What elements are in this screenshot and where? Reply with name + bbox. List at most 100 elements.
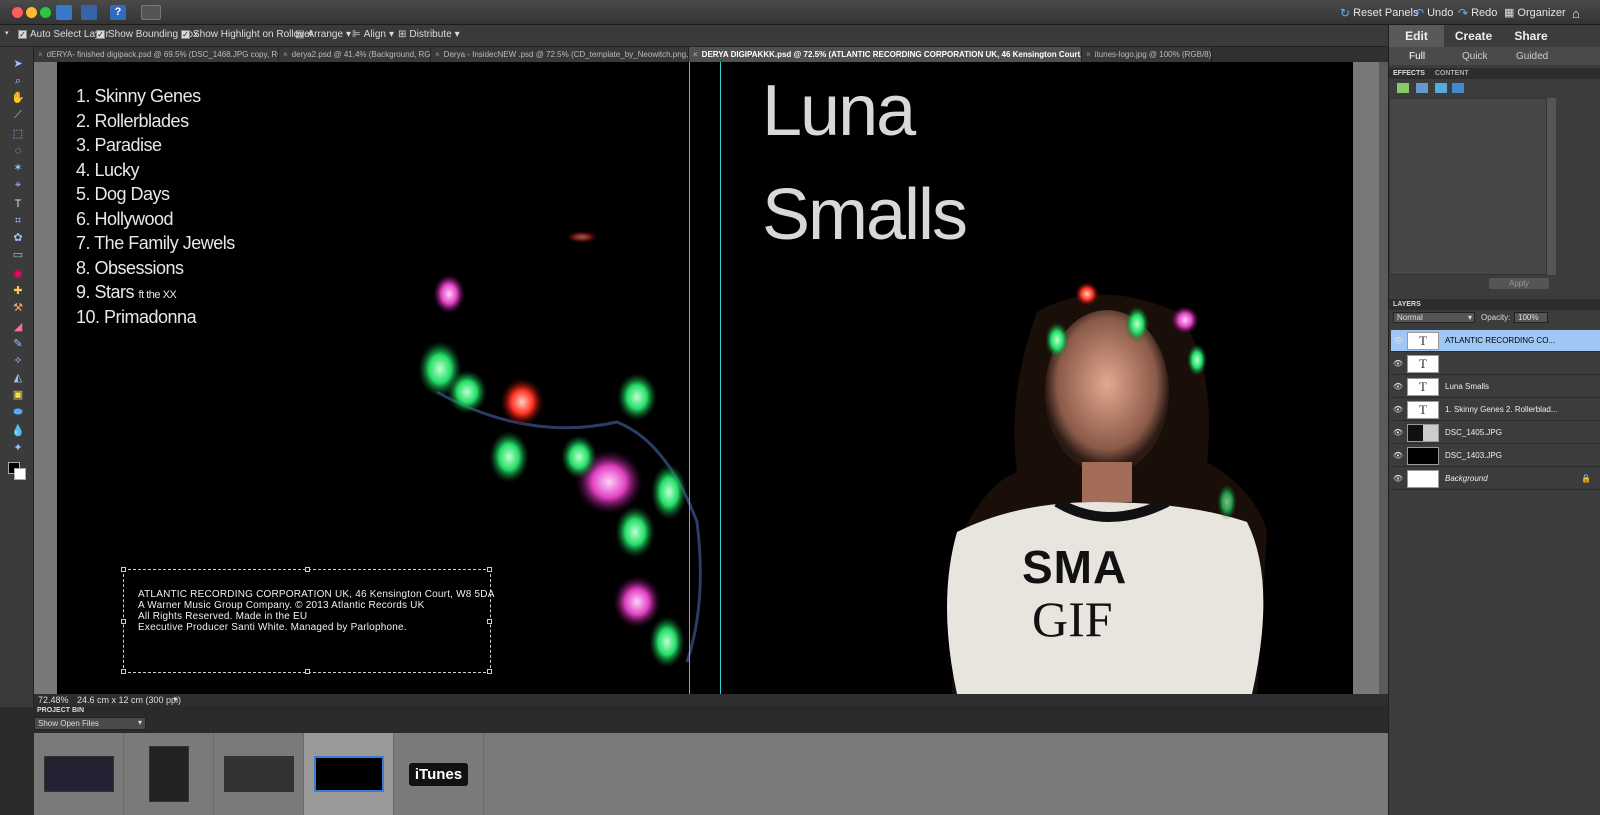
lasso-tool-icon[interactable]: ◌ bbox=[10, 144, 26, 158]
tab-document-5[interactable]: × itunes-logo.jpg @ 100% (RGB/8) * bbox=[1082, 47, 1212, 62]
brush-tool-icon[interactable]: ✎ bbox=[10, 337, 26, 351]
tab-document-4-active[interactable]: × DERYA DIGIPAKKK.psd @ 72.5% (ATLANTIC R… bbox=[689, 47, 1082, 62]
eyedropper-tool-icon[interactable]: ⟋ bbox=[10, 108, 26, 122]
marquee-tool-icon[interactable]: ⬚ bbox=[10, 127, 26, 141]
show-highlight-checkbox[interactable]: ✓ Show Highlight on Rollover bbox=[181, 29, 313, 40]
subtab-quick[interactable]: Quick bbox=[1462, 51, 1488, 62]
layer-row[interactable]: 👁 T ATLANTIC RECORDING CO... bbox=[1391, 330, 1600, 352]
tab-document-2[interactable]: ×derya2.psd @ 41.4% (Background, RGB/8) … bbox=[279, 47, 431, 62]
home-icon[interactable]: ⌂ bbox=[1572, 6, 1580, 21]
undo-button[interactable]: ↶ Undo bbox=[1414, 6, 1453, 20]
transform-handle[interactable] bbox=[487, 567, 492, 572]
new-file-icon[interactable] bbox=[56, 5, 72, 20]
transform-handle[interactable] bbox=[305, 669, 310, 674]
selection-brush-tool-icon[interactable]: ⌖ bbox=[10, 178, 26, 192]
layer-row[interactable]: 👁 Background 🔒 bbox=[1391, 468, 1600, 490]
vertical-scrollbar[interactable] bbox=[1379, 62, 1388, 694]
transform-handle[interactable] bbox=[121, 567, 126, 572]
tab-create[interactable]: Create bbox=[1445, 25, 1502, 47]
zoom-level[interactable]: 72.48% bbox=[38, 695, 69, 705]
help-icon[interactable]: ? bbox=[110, 5, 126, 20]
layer-row[interactable]: 👁 T Luna Smalls bbox=[1391, 376, 1600, 398]
tool-preset-icon[interactable]: ▾ bbox=[5, 29, 9, 37]
tab-content[interactable]: CONTENT bbox=[1435, 70, 1469, 77]
transform-handle[interactable] bbox=[487, 669, 492, 674]
subtab-guided[interactable]: Guided bbox=[1516, 51, 1548, 62]
visibility-eye-icon[interactable]: 👁 bbox=[1391, 336, 1405, 345]
photo-effects-icon[interactable] bbox=[1435, 83, 1447, 93]
apply-button[interactable]: Apply bbox=[1489, 278, 1549, 289]
close-tab-icon[interactable]: × bbox=[38, 50, 43, 59]
transform-handle[interactable] bbox=[305, 567, 310, 572]
red-eye-tool-icon[interactable]: ◉ bbox=[10, 267, 26, 281]
cookie-cutter-tool-icon[interactable]: ✿ bbox=[10, 231, 26, 245]
visibility-eye-icon[interactable]: 👁 bbox=[1391, 428, 1405, 437]
tab-document-1[interactable]: × dERYA- finished digipack.psd @ 69.5% (D… bbox=[34, 47, 279, 62]
reset-panels-button[interactable]: ↻ Reset Panels bbox=[1340, 6, 1419, 20]
organizer-button[interactable]: ▦ Organizer bbox=[1504, 6, 1566, 20]
move-tool-icon[interactable]: ➤ bbox=[10, 57, 26, 71]
smart-brush-tool-icon[interactable]: ✧ bbox=[10, 354, 26, 368]
healing-brush-tool-icon[interactable]: ✚ bbox=[10, 284, 26, 298]
layer-row[interactable]: 👁 T 1. Skinny Genes 2. Rollerblad... bbox=[1391, 399, 1600, 421]
transform-handle[interactable] bbox=[487, 619, 492, 624]
tab-edit[interactable]: Edit bbox=[1389, 25, 1444, 47]
close-tab-icon[interactable]: × bbox=[435, 50, 440, 59]
bin-thumbnail-itunes[interactable]: iTunes bbox=[394, 733, 484, 815]
background-color-swatch[interactable] bbox=[14, 468, 26, 480]
opacity-field[interactable]: 100% bbox=[1514, 312, 1548, 323]
hand-tool-icon[interactable]: ✋ bbox=[10, 91, 26, 105]
close-tab-icon[interactable]: × bbox=[283, 50, 288, 59]
tab-document-3[interactable]: × Derya - InsidecNEW .psd @ 72.5% (CD_tem… bbox=[431, 47, 689, 62]
transform-handle[interactable] bbox=[121, 669, 126, 674]
filters-icon[interactable] bbox=[1397, 83, 1409, 93]
magic-wand-tool-icon[interactable]: ✶ bbox=[10, 161, 26, 175]
type-tool-icon[interactable]: T bbox=[10, 197, 26, 211]
layer-row[interactable]: 👁 DSC_1403.JPG bbox=[1391, 445, 1600, 467]
visibility-eye-icon[interactable]: 👁 bbox=[1391, 359, 1405, 368]
blend-mode-select[interactable]: Normal ▾ bbox=[1393, 312, 1475, 323]
close-tab-icon[interactable]: × bbox=[693, 50, 698, 59]
effects-list-icon[interactable] bbox=[1452, 83, 1464, 93]
gradient-tool-icon[interactable]: ▣ bbox=[10, 388, 26, 402]
save-icon[interactable] bbox=[81, 5, 97, 20]
tab-effects[interactable]: EFFECTS bbox=[1393, 70, 1425, 77]
visibility-eye-icon[interactable]: 👁 bbox=[1391, 474, 1405, 483]
zoom-window-button[interactable] bbox=[40, 7, 51, 18]
status-menu-arrow-icon[interactable]: ▸ bbox=[174, 694, 178, 703]
close-window-button[interactable] bbox=[12, 7, 23, 18]
document-canvas[interactable]: SMA GIF 1. Skinny Genes 2. Rollerblades … bbox=[57, 62, 1353, 694]
arrange-dropdown[interactable]: ▤ Arrange ▾ bbox=[295, 29, 351, 40]
effects-scrollbar[interactable] bbox=[1547, 98, 1556, 275]
layer-row[interactable]: 👁 T bbox=[1391, 353, 1600, 375]
align-dropdown[interactable]: ⊫ Align ▾ bbox=[352, 29, 394, 40]
eraser-tool-icon[interactable]: ◢ bbox=[10, 320, 26, 334]
distribute-dropdown[interactable]: ⊞ Distribute ▾ bbox=[398, 29, 460, 40]
layer-row[interactable]: 👁 DSC_1405.JPG bbox=[1391, 422, 1600, 444]
sponge-tool-icon[interactable]: ✦ bbox=[10, 441, 26, 455]
redo-button[interactable]: ↷ Redo bbox=[1458, 6, 1497, 20]
paint-bucket-tool-icon[interactable]: ◭ bbox=[10, 371, 26, 385]
crop-tool-icon[interactable]: ⌗ bbox=[10, 214, 26, 228]
bin-thumbnail-1[interactable] bbox=[34, 733, 124, 815]
visibility-eye-icon[interactable]: 👁 bbox=[1391, 382, 1405, 391]
subtab-full[interactable]: Full bbox=[1409, 51, 1425, 62]
visibility-eye-icon[interactable]: 👁 bbox=[1391, 405, 1405, 414]
layer-styles-icon[interactable] bbox=[1416, 83, 1428, 93]
workspace-layout-icon[interactable] bbox=[141, 5, 161, 20]
straighten-tool-icon[interactable]: ▭ bbox=[10, 248, 26, 262]
shape-tool-icon[interactable]: ⬬ bbox=[10, 405, 26, 419]
project-bin-select[interactable]: Show Open Files ▾ bbox=[34, 717, 146, 730]
visibility-eye-icon[interactable]: 👁 bbox=[1391, 451, 1405, 460]
credits-text-box[interactable]: ATLANTIC RECORDING CORPORATION UK, 46 Ke… bbox=[121, 567, 494, 674]
bin-thumbnail-3[interactable] bbox=[214, 733, 304, 815]
clone-stamp-tool-icon[interactable]: ⚒ bbox=[10, 301, 26, 315]
transform-handle[interactable] bbox=[121, 619, 126, 624]
tab-share[interactable]: Share bbox=[1503, 25, 1559, 47]
bin-thumbnail-2[interactable] bbox=[124, 733, 214, 815]
close-tab-icon[interactable]: × bbox=[1086, 50, 1091, 59]
bin-thumbnail-4-active[interactable] bbox=[304, 733, 394, 815]
zoom-tool-icon[interactable]: ⌕ bbox=[10, 74, 26, 88]
minimize-window-button[interactable] bbox=[26, 7, 37, 18]
blur-tool-icon[interactable]: 💧 bbox=[10, 424, 26, 438]
